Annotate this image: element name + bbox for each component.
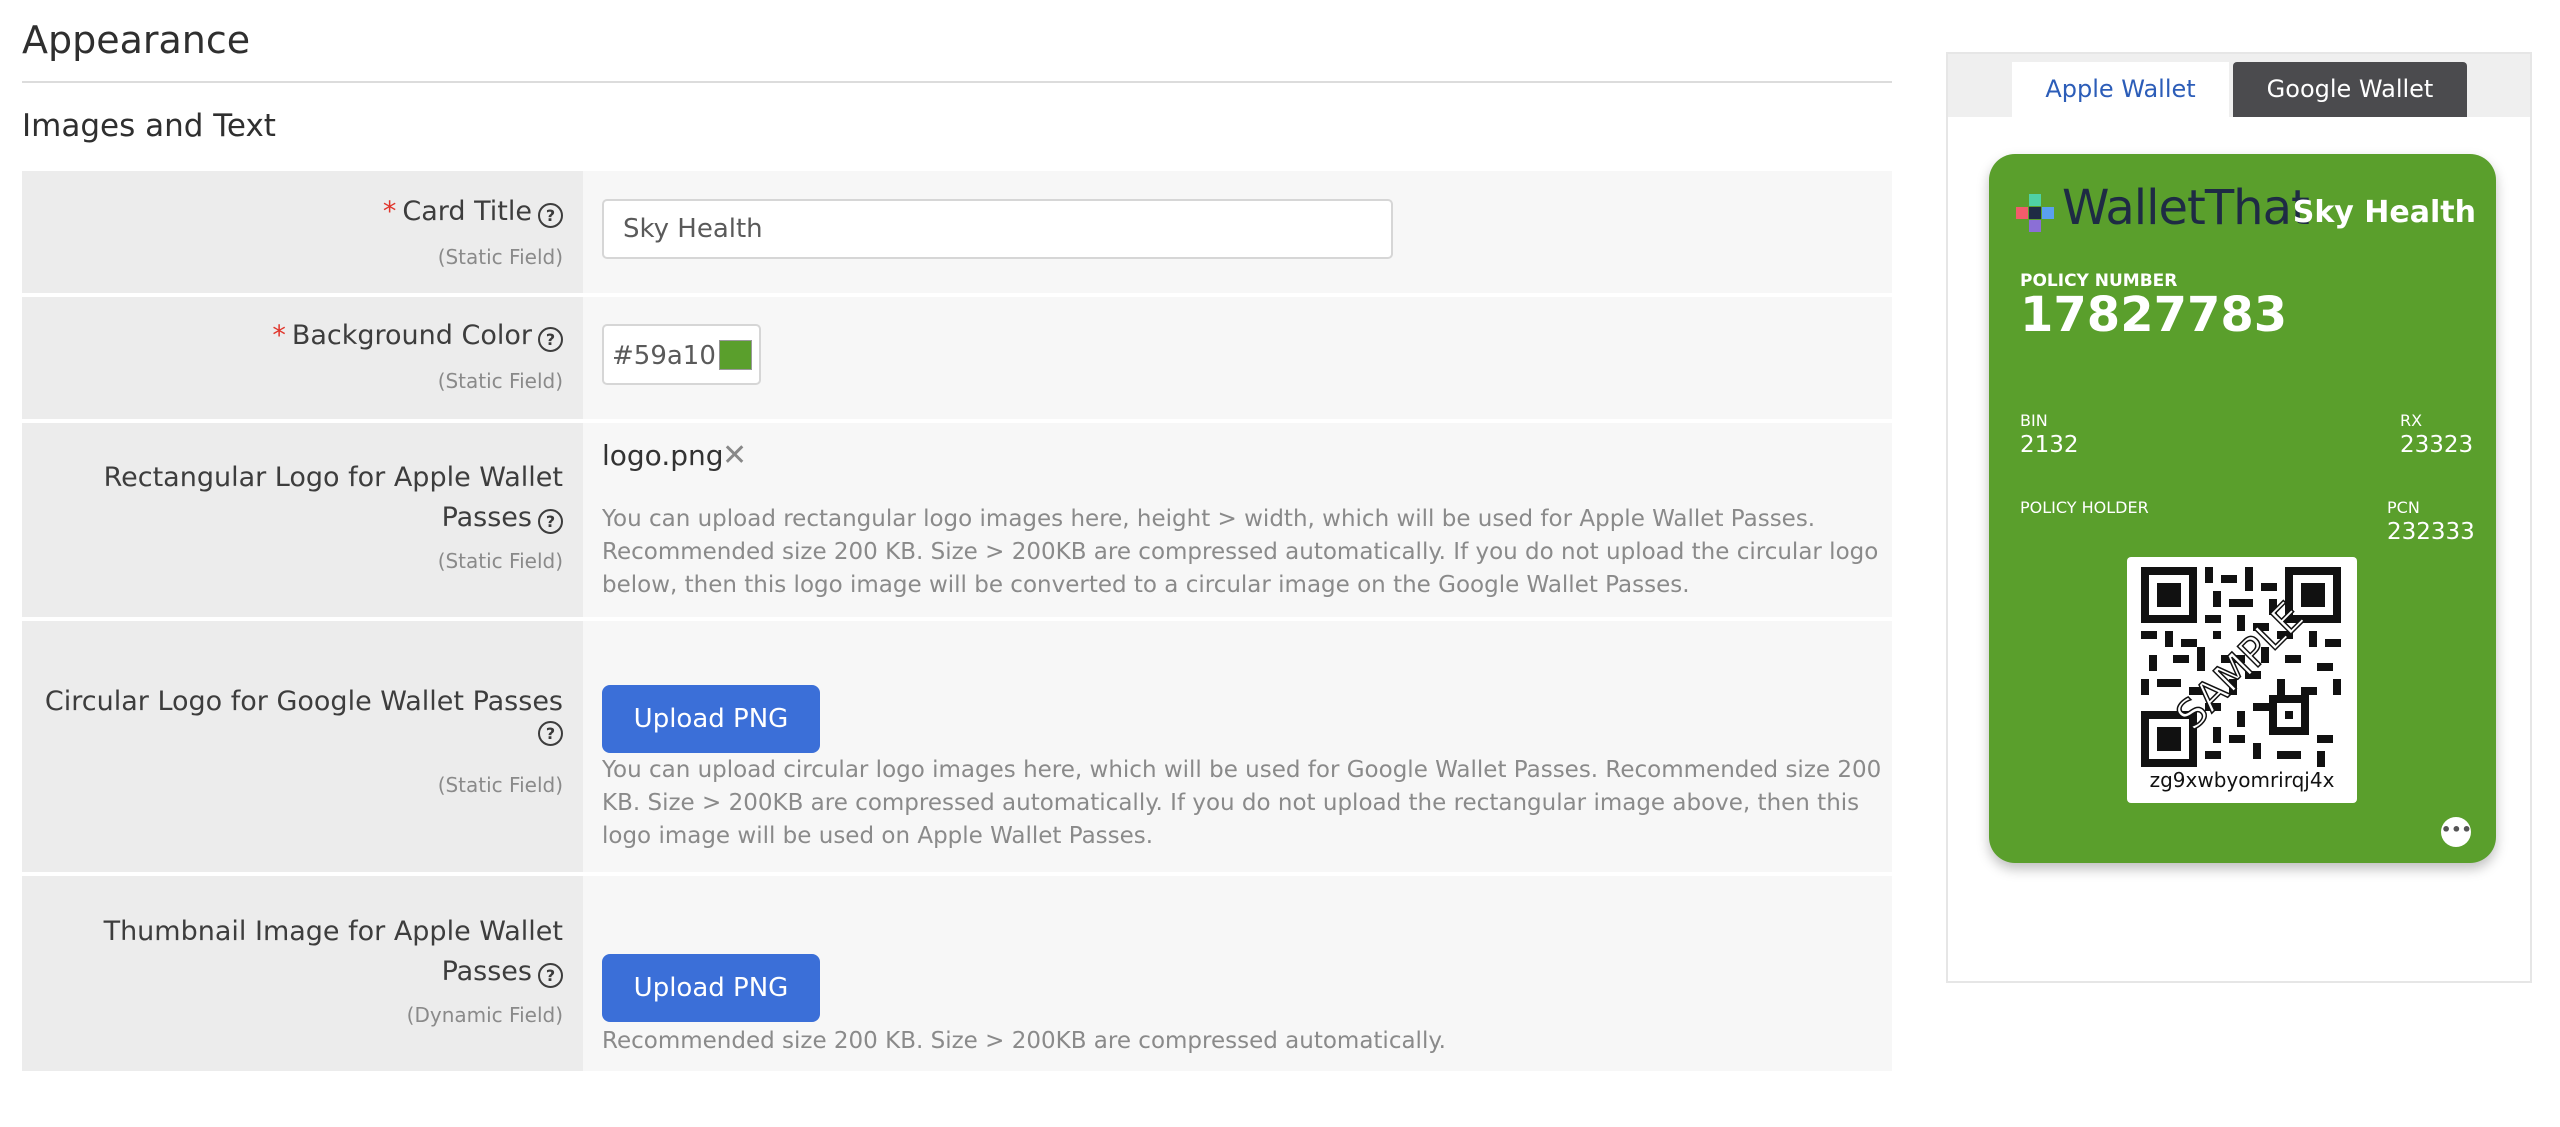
field-value-cell xyxy=(583,171,1892,293)
required-mark: * xyxy=(382,196,397,227)
help-icon[interactable]: ? xyxy=(538,963,563,988)
circular-logo-help-text: You can upload circular logo images here… xyxy=(602,757,1882,849)
walletthat-logo-icon xyxy=(2016,194,2054,232)
rect-logo-label-line2: Passes xyxy=(441,502,532,533)
card-title-input[interactable] xyxy=(602,199,1393,259)
background-color-label: Background Color xyxy=(291,320,532,351)
card-title-preview: Sky Health xyxy=(2292,195,2476,230)
form-row-circular-logo: Circular Logo for Google Wallet Passes ?… xyxy=(22,621,1892,876)
bin-value: 2132 xyxy=(2020,432,2079,458)
field-value-cell: Upload PNG Recommended size 200 KB. Size… xyxy=(583,876,1892,1071)
wallet-tab-bar: Apple Wallet Google Wallet xyxy=(1948,54,2530,117)
tab-google-wallet[interactable]: Google Wallet xyxy=(2233,62,2467,117)
help-icon[interactable]: ? xyxy=(538,327,563,352)
brand-logo-text: WalletThat xyxy=(2062,180,2310,236)
field-label-cell: Rectangular Logo for Apple Wallet Passes… xyxy=(22,423,583,617)
field-value-cell: Upload PNG You can upload circular logo … xyxy=(583,621,1892,872)
card-title-label: Card Title xyxy=(402,196,532,227)
field-value-cell: logo.png ✕ You can upload rectangular lo… xyxy=(583,423,1892,617)
dynamic-field-note: (Dynamic Field) xyxy=(406,1003,563,1027)
required-mark: * xyxy=(272,320,286,351)
field-label-cell: Circular Logo for Google Wallet Passes ?… xyxy=(22,621,583,872)
sample-watermark: SAMPLE xyxy=(2167,593,2314,740)
more-options-icon[interactable]: ••• xyxy=(2441,817,2472,847)
qr-code-box: SAMPLE zg9xwbyomrirqj4x xyxy=(2127,557,2357,803)
thumbnail-label-line1: Thumbnail Image for Apple Wallet xyxy=(103,916,563,947)
appearance-form: *Card Title? (Static Field) *Background … xyxy=(22,171,1892,1075)
svg-text:SAMPLE: SAMPLE xyxy=(2168,594,2313,739)
static-field-note: (Static Field) xyxy=(437,245,563,269)
page-title: Appearance xyxy=(22,18,251,62)
background-color-picker[interactable]: #59a10: xyxy=(602,324,761,385)
policy-holder-label: POLICY HOLDER xyxy=(2020,498,2149,517)
rect-logo-help-text: You can upload rectangular logo images h… xyxy=(602,506,1879,598)
form-row-card-title: * Card Title? (Static Field) xyxy=(22,171,1892,297)
upload-circular-logo-button[interactable]: Upload PNG xyxy=(602,685,820,753)
help-icon[interactable]: ? xyxy=(538,509,563,534)
form-row-rectangular-logo: Rectangular Logo for Apple Wallet Passes… xyxy=(22,423,1892,621)
static-field-note: (Static Field) xyxy=(437,773,563,797)
form-row-thumbnail: Thumbnail Image for Apple Wallet Passes?… xyxy=(22,876,1892,1075)
field-label-cell: Thumbnail Image for Apple Wallet Passes?… xyxy=(22,876,583,1071)
static-field-note: (Static Field) xyxy=(437,369,563,393)
remove-file-icon[interactable]: ✕ xyxy=(722,438,747,473)
tab-apple-wallet[interactable]: Apple Wallet xyxy=(2012,62,2229,117)
thumbnail-help-text: Recommended size 200 KB. Size > 200KB ar… xyxy=(602,1028,1446,1054)
field-label-cell: * Card Title? (Static Field) xyxy=(22,171,583,293)
section-title: Images and Text xyxy=(22,108,276,144)
field-label-cell: * Background Color? (Static Field) xyxy=(22,297,583,419)
static-field-note: (Static Field) xyxy=(437,549,563,573)
circular-logo-label: Circular Logo for Google Wallet Passes xyxy=(44,686,563,717)
rx-value: 23323 xyxy=(2400,432,2474,458)
policy-number-value: 17827783 xyxy=(2020,287,2288,343)
rect-logo-label-line1: Rectangular Logo for Apple Wallet xyxy=(103,462,563,493)
title-divider xyxy=(22,81,1892,83)
field-value-cell: #59a10: xyxy=(583,297,1892,419)
pcn-label: PCN xyxy=(2387,498,2420,517)
wallet-preview-panel: Apple Wallet Google Wallet WalletThat Sk… xyxy=(1946,52,2532,983)
pcn-value: 232333 xyxy=(2387,519,2475,545)
color-swatch[interactable] xyxy=(719,340,752,370)
rx-label: RX xyxy=(2400,411,2423,430)
help-icon[interactable]: ? xyxy=(538,721,563,746)
wallet-pass-card: WalletThat Sky Health POLICY NUMBER 1782… xyxy=(1989,154,2496,863)
upload-thumbnail-button[interactable]: Upload PNG xyxy=(602,954,820,1022)
uploaded-filename: logo.png xyxy=(602,439,724,472)
bin-label: BIN xyxy=(2020,411,2048,430)
help-icon[interactable]: ? xyxy=(538,203,563,228)
qr-alt-text: zg9xwbyomrirqj4x xyxy=(2149,768,2335,792)
color-hex-value[interactable]: #59a10: xyxy=(612,341,716,371)
thumbnail-label-line2: Passes xyxy=(441,956,532,987)
form-row-background-color: * Background Color? (Static Field) #59a10… xyxy=(22,297,1892,423)
